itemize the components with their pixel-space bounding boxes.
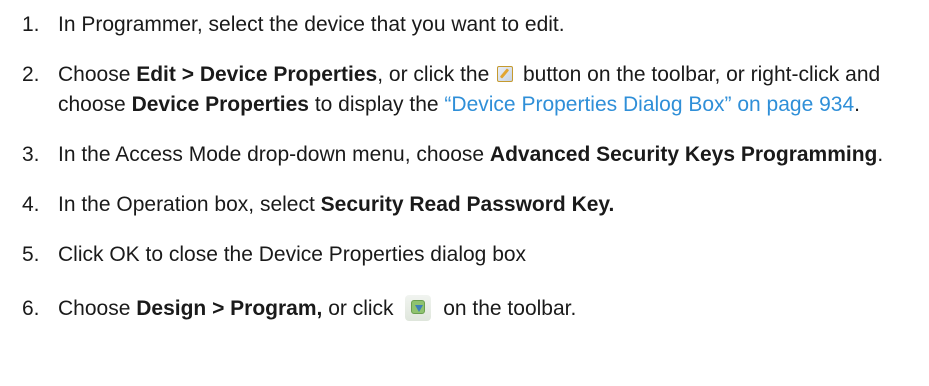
step-number: 5. xyxy=(22,243,40,266)
step-text-part: In Programmer, select the device that yo… xyxy=(58,13,565,36)
step-text: Click OK to close the Device Properties … xyxy=(58,240,918,270)
step-text-part: Choose xyxy=(58,63,137,86)
step-2: 2. Choose Edit > Device Properties, or c… xyxy=(22,60,929,120)
edit-device-properties-icon xyxy=(497,66,514,82)
step-text-part: In the Operation box, select xyxy=(58,193,321,216)
procedure-steps: 1. In Programmer, select the device that… xyxy=(0,0,929,324)
step-3: 3. In the Access Mode drop-down menu, ch… xyxy=(22,140,929,170)
program-device-icon xyxy=(405,295,432,321)
menu-path-edit-device-properties: Edit > Device Properties xyxy=(136,63,378,86)
step-number: 6. xyxy=(22,297,40,320)
step-text: In the Access Mode drop-down menu, choos… xyxy=(58,140,918,170)
step-text-part: . xyxy=(877,143,884,166)
step-text: In the Operation box, select Security Re… xyxy=(58,190,918,220)
step-number: 3. xyxy=(22,143,40,166)
step-text-part: In the Access Mode drop-down menu, choos… xyxy=(58,143,490,166)
step-number: 4. xyxy=(22,193,40,216)
step-text-part: or click xyxy=(322,297,400,320)
device-properties-dialog-link[interactable]: “Device Properties Dialog Box” on page 9… xyxy=(444,93,854,116)
operation-option: Security Read Password Key. xyxy=(320,193,615,216)
step-text-part: Choose xyxy=(58,297,137,320)
access-mode-option: Advanced Security Keys Programming xyxy=(489,143,878,166)
step-text-part: . xyxy=(854,93,860,116)
step-text: In Programmer, select the device that yo… xyxy=(58,10,918,40)
step-number: 2. xyxy=(22,63,40,86)
step-text-part: Click OK to close the Device Properties … xyxy=(58,243,527,266)
menu-path-design-program: Design > Program, xyxy=(136,297,323,320)
step-text-part: to display the xyxy=(309,93,445,116)
step-text-part: , or click the xyxy=(377,63,496,86)
menu-item-device-properties: Device Properties xyxy=(131,93,309,116)
step-4: 4. In the Operation box, select Security… xyxy=(22,190,929,220)
step-text-part: on the toolbar. xyxy=(437,297,577,320)
step-5: 5. Click OK to close the Device Properti… xyxy=(22,240,929,270)
step-6: 6. Choose Design > Program, or click on … xyxy=(22,294,929,324)
step-number: 1. xyxy=(22,13,40,36)
step-1: 1. In Programmer, select the device that… xyxy=(22,10,929,40)
step-text: Choose Edit > Device Properties, or clic… xyxy=(58,60,918,120)
step-text: Choose Design > Program, or click on the… xyxy=(58,294,918,324)
